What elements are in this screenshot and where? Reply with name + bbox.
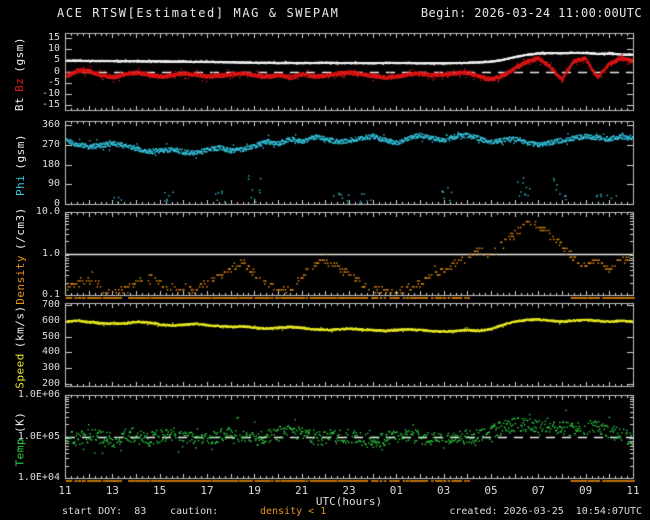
- label-part: (gsm): [13, 36, 27, 73]
- label-part: (K): [13, 411, 27, 433]
- x-tick-label: 13: [105, 484, 119, 497]
- label-part: (km/s): [13, 305, 27, 349]
- x-tick-label: 11: [58, 484, 72, 497]
- panel-label-speed: Speed (km/s): [2, 300, 38, 388]
- x-tick-label: 19: [247, 484, 261, 497]
- caution-value: density < 1: [260, 506, 327, 517]
- x-tick-label: 17: [200, 484, 214, 497]
- panel-label-text: Density (/cm3): [14, 202, 27, 305]
- x-tick-label: 05: [484, 484, 498, 497]
- caution-label: caution:: [170, 506, 219, 517]
- x-tick-label: 03: [437, 484, 451, 497]
- x-tick-label: 07: [531, 484, 545, 497]
- label-part: Temp: [13, 437, 27, 467]
- ace-rtsw-plot-window: ACE RTSW[Estimated] MAG & SWEPAM Begin: …: [0, 0, 650, 520]
- start-doy-label: start DOY: 83: [62, 506, 147, 517]
- label-part: Phi: [13, 174, 27, 196]
- x-tick-label: 21: [295, 484, 309, 497]
- label-part: Bt: [13, 96, 27, 112]
- x-tick-label: 15: [153, 484, 167, 497]
- x-tick-label: 01: [389, 484, 403, 497]
- panel-label-phi: Phi (gsm): [2, 121, 38, 204]
- panel-label-density: Density (/cm3): [2, 207, 38, 305]
- panel-label-text: Temp (K): [14, 407, 27, 467]
- created-timestamp: created: 2026-03-25 10:54:07UTC: [449, 506, 642, 517]
- plot-canvas: [0, 0, 650, 520]
- plot-title: ACE RTSW[Estimated] MAG & SWEPAM: [57, 6, 340, 20]
- panel-label-temp: Temp (K): [2, 395, 38, 478]
- panel-label-text: Speed (km/s): [14, 300, 27, 388]
- label-part: Speed: [13, 353, 27, 389]
- panel-label-text: Bt Bz (gsm): [14, 32, 27, 111]
- begin-timestamp: Begin: 2026-03-24 11:00:00UTC: [420, 6, 642, 20]
- panel-label-bt-bz: Bt Bz (gsm): [2, 32, 38, 111]
- label-part: Density: [13, 254, 27, 305]
- x-tick-label: 09: [579, 484, 593, 497]
- label-part: (/cm3): [13, 207, 27, 250]
- panel-label-text: Phi (gsm): [14, 129, 27, 196]
- label-part: Bz: [13, 77, 27, 92]
- x-tick-label: 11: [626, 484, 640, 497]
- label-part: (gsm): [13, 134, 27, 170]
